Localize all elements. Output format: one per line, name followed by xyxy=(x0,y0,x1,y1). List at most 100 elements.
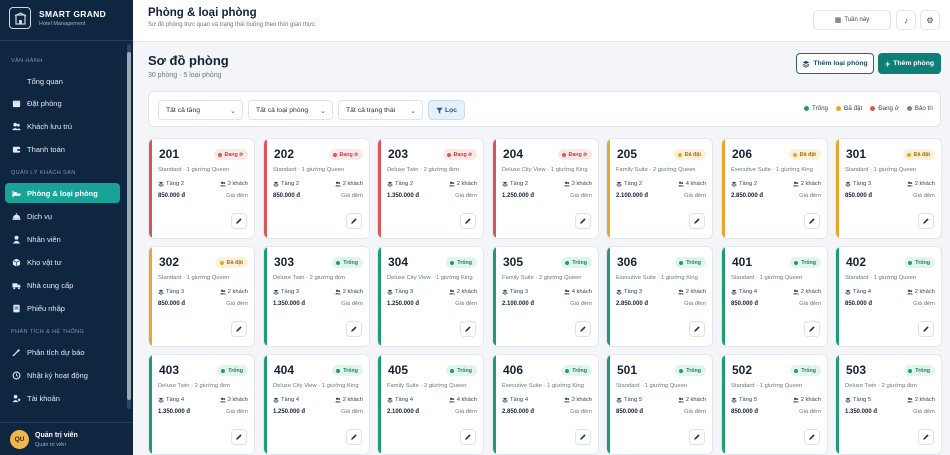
sidebar-item-label: Khách lưu trú xyxy=(27,121,73,131)
room-card[interactable]: 406 Trống Executive Suite · 1 giường King T… xyxy=(492,354,599,455)
room-card[interactable]: 503 Trống Deluxe Twin · 2 giường đơn Tầng 5… xyxy=(835,354,942,455)
date-range-button[interactable]: ▦ Tuần này xyxy=(813,10,891,30)
capacity-info: 2 khách xyxy=(334,397,363,403)
edit-room-button[interactable] xyxy=(918,321,934,337)
room-card[interactable]: 302 Đã đặt Standard · 1 giường Queen Tầng 3… xyxy=(148,246,255,347)
room-card[interactable]: 405 Trống Family Suite · 2 giường Queen Tần… xyxy=(377,354,484,455)
edit-room-button[interactable] xyxy=(231,321,247,337)
capacity-info: 2 khách xyxy=(219,181,248,187)
price-caption: Giá đêm xyxy=(341,409,363,415)
sidebar-item-receipts[interactable]: Phiếu nhập xyxy=(5,298,120,318)
room-card[interactable]: 305 Trống Family Suite · 2 giường Queen Tần… xyxy=(492,246,599,347)
edit-room-button[interactable] xyxy=(804,321,820,337)
sidebar-item-forecast[interactable]: Phân tích dự báo xyxy=(5,342,120,362)
edit-room-button[interactable] xyxy=(689,213,705,229)
status-bar xyxy=(836,247,839,346)
room-number: 201 xyxy=(159,147,180,161)
sidebar-item-label: Thanh toán xyxy=(27,144,65,154)
capacity-info: 4 khách xyxy=(448,397,477,403)
sidebar-item-guests[interactable]: Khách lưu trú xyxy=(5,116,120,136)
room-card[interactable]: 401 Trống Standard · 1 giường Queen Tầng 4 2… xyxy=(721,246,828,347)
room-card[interactable]: 204 Đang ở Deluxe City View · 1 giường Kin… xyxy=(492,138,599,239)
room-card[interactable]: 301 Đã đặt Standard · 1 giường Queen Tầng 3… xyxy=(835,138,942,239)
capacity-label: 2 khách xyxy=(227,289,248,295)
room-card[interactable]: 502 Trống Standard · 1 giường Queen Tầng 5 2… xyxy=(721,354,828,455)
status-select[interactable]: Tất cả trạng thái ⌄ xyxy=(338,100,423,120)
floor-label: Tầng 5 xyxy=(624,397,643,403)
sidebar-item-suppliers[interactable]: Nhà cung cấp xyxy=(5,275,120,295)
room-price: 850.000 đ xyxy=(731,301,759,307)
sidebar-item-payments[interactable]: Thanh toán xyxy=(5,139,120,159)
room-card[interactable]: 303 Trống Deluxe Twin · 2 giường đơn Tầng 3… xyxy=(263,246,370,347)
edit-room-button[interactable] xyxy=(575,429,591,445)
edit-room-button[interactable] xyxy=(689,321,705,337)
room-card[interactable]: 205 Đã đặt Family Suite · 2 giường Queen Tầ… xyxy=(606,138,713,239)
room-card[interactable]: 306 Trống Executive Suite · 1 giường King T… xyxy=(606,246,713,347)
edit-room-button[interactable] xyxy=(689,429,705,445)
status-label: Trống xyxy=(572,367,587,374)
capacity-info: 2 khách xyxy=(906,181,935,187)
sidebar-item-bookings[interactable]: Đặt phòng xyxy=(5,93,120,113)
user-profile[interactable]: QU Quản trị viên Quản trị viên xyxy=(0,422,133,455)
room-card[interactable]: 206 Đã đặt Executive Suite · 1 giường King… xyxy=(721,138,828,239)
brand-subtitle: Hotel Management xyxy=(39,21,86,27)
sidebar-scrollbar-thumb[interactable] xyxy=(127,52,131,400)
add-room-type-button[interactable]: Thêm loại phòng xyxy=(796,53,874,74)
users-icon xyxy=(219,181,228,187)
status-dot xyxy=(679,260,684,265)
notification-button[interactable]: ♪ xyxy=(896,10,916,30)
pencil-icon xyxy=(922,433,930,441)
edit-room-button[interactable] xyxy=(575,321,591,337)
sidebar-item-activity-log[interactable]: Nhật ký hoạt động xyxy=(5,365,120,385)
room-number: 203 xyxy=(388,147,409,161)
edit-room-button[interactable] xyxy=(231,429,247,445)
add-room-button[interactable]: + Thêm phòng xyxy=(878,53,941,74)
sidebar-item-accounts[interactable]: Tài khoản xyxy=(5,388,120,408)
sidebar-item-inventory[interactable]: Kho vật tư xyxy=(5,252,120,272)
room-card[interactable]: 403 Trống Deluxe Twin · 2 giường đơn Tầng 4… xyxy=(148,354,255,455)
edit-room-button[interactable] xyxy=(804,213,820,229)
room-card[interactable]: 304 Trống Deluxe City View · 1 giường King… xyxy=(377,246,484,347)
room-card[interactable]: 201 Đang ở Standard · 1 giường Queen Tầng 2… xyxy=(148,138,255,239)
status-badge: Trống xyxy=(904,257,935,268)
sidebar-item-rooms[interactable]: Phòng & loại phòng xyxy=(5,183,120,203)
room-card[interactable]: 404 Trống Deluxe City View · 1 giường King… xyxy=(263,354,370,455)
brand[interactable]: SMART GRAND Hotel Management xyxy=(9,7,106,29)
room-card[interactable]: 501 Trống Standard · 1 giường Queen Tầng 5 2… xyxy=(606,354,713,455)
floor-info: Tầng 4 xyxy=(387,397,413,403)
apply-filter-button[interactable]: Lọc xyxy=(428,100,465,120)
sidebar-item-staff[interactable]: Nhân viên xyxy=(5,229,120,249)
sidebar-item-label: Tổng quan xyxy=(27,76,63,86)
floor-select[interactable]: Tất cả tầng ⌄ xyxy=(158,100,243,120)
room-card[interactable]: 203 Đang ở Deluxe Twin · 2 giường đơn Tầng … xyxy=(377,138,484,239)
room-type: Executive Suite · 1 giường King xyxy=(731,167,813,173)
floor-label: Tầng 4 xyxy=(853,289,872,295)
status-badge: Trống xyxy=(561,365,592,376)
edit-room-button[interactable] xyxy=(460,429,476,445)
room-type-select[interactable]: Tất cả loại phòng ⌄ xyxy=(248,100,333,120)
edit-room-button[interactable] xyxy=(346,429,362,445)
edit-room-button[interactable] xyxy=(918,213,934,229)
room-card[interactable]: 202 Đang ở Standard · 1 giường Queen Tầng 2… xyxy=(263,138,370,239)
edit-room-button[interactable] xyxy=(460,213,476,229)
room-card[interactable]: 402 Trống Standard · 1 giường Queen Tầng 4 2… xyxy=(835,246,942,347)
edit-room-button[interactable] xyxy=(346,213,362,229)
sidebar-item-overview[interactable]: Tổng quan xyxy=(5,71,120,91)
settings-button[interactable]: ⚙ xyxy=(920,10,940,30)
edit-room-button[interactable] xyxy=(231,213,247,229)
floor-info: Tầng 3 xyxy=(845,181,871,187)
room-price: 850.000 đ xyxy=(731,409,759,415)
sidebar-item-services[interactable]: Dịch vụ xyxy=(5,206,120,226)
edit-room-button[interactable] xyxy=(346,321,362,337)
edit-room-button[interactable] xyxy=(575,213,591,229)
floor-label: Tầng 4 xyxy=(395,397,414,403)
edit-room-button[interactable] xyxy=(918,429,934,445)
capacity-info: 2 khách xyxy=(448,181,477,187)
status-bar xyxy=(493,355,496,454)
room-number: 404 xyxy=(274,363,295,377)
edit-room-button[interactable] xyxy=(460,321,476,337)
floor-info: Tầng 2 xyxy=(731,181,757,187)
edit-room-button[interactable] xyxy=(804,429,820,445)
floor-label: Tầng 4 xyxy=(739,289,758,295)
status-bar xyxy=(722,355,725,454)
